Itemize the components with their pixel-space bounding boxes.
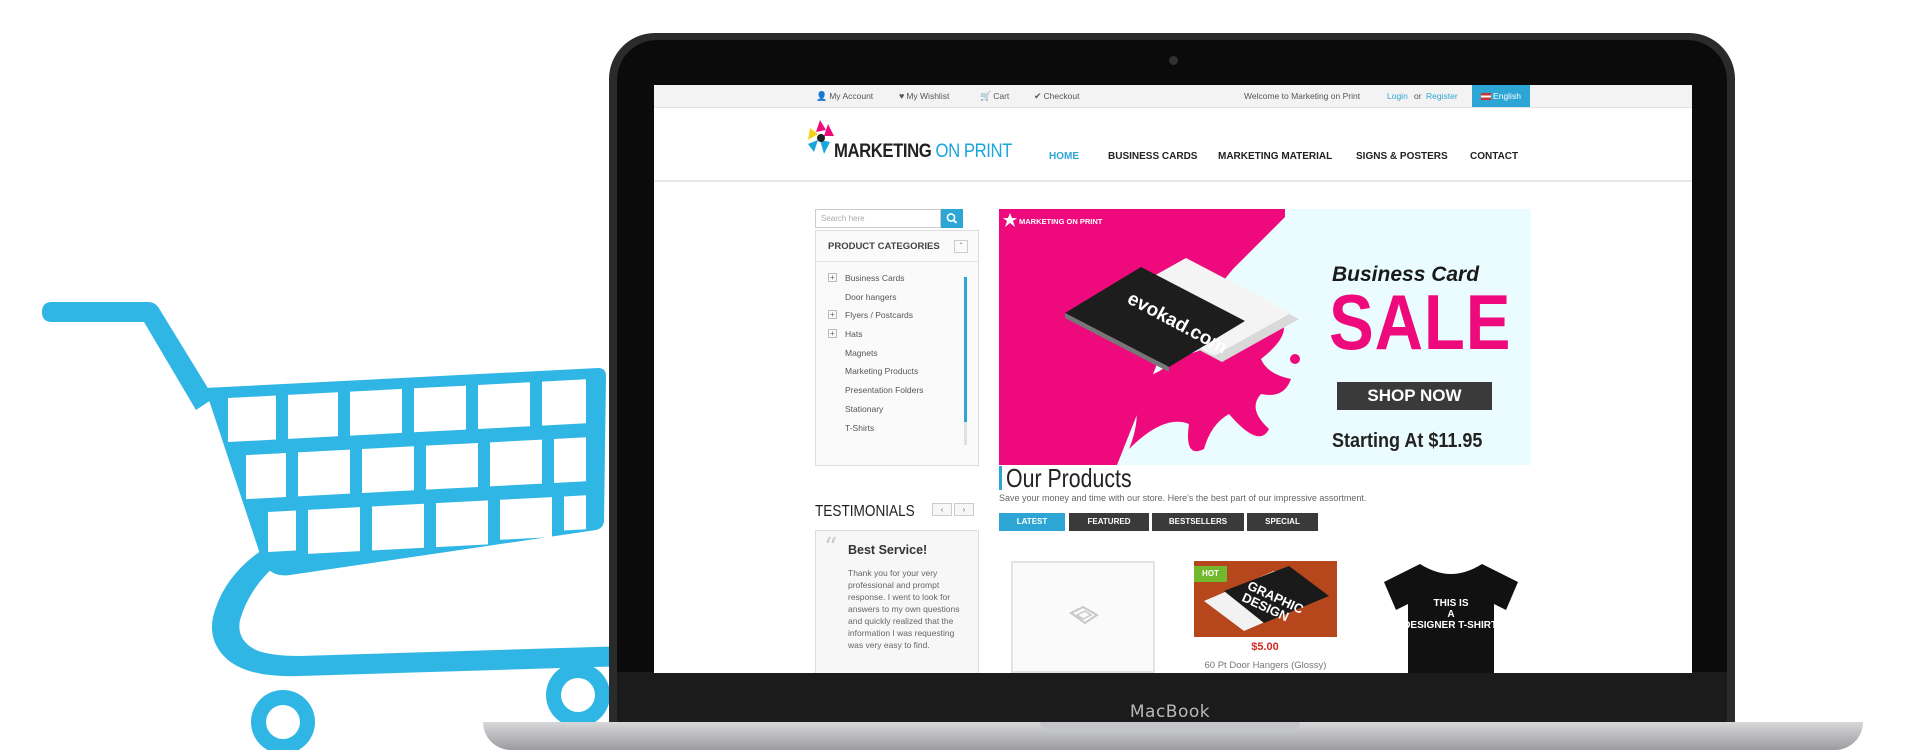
cart-icon: 🛒 <box>980 91 992 101</box>
tshirt-product-image[interactable]: THIS IS A DESIGNER T-SHIRT. <box>1376 556 1526 673</box>
tab-featured[interactable]: FEATURED <box>1069 513 1149 531</box>
product-image-placeholder[interactable] <box>1011 561 1155 673</box>
image-placeholder-icon <box>1069 605 1099 625</box>
category-scrollbar-thumb[interactable] <box>964 277 967 422</box>
category-label: T-Shirts <box>845 422 875 433</box>
categories-header: PRODUCT CATEGORIES ˆ <box>816 231 978 262</box>
testimonial-next-button[interactable]: › <box>954 503 974 516</box>
category-label: Door hangers <box>845 291 897 302</box>
product-categories-panel: PRODUCT CATEGORIES ˆ + Business Cards Door… <box>815 230 979 466</box>
nav-signs-posters[interactable]: SIGNS & POSTERS <box>1356 151 1448 162</box>
top-bar: 👤 My Account ♥ My Wishlist 🛒 Cart ✔ Checkout… <box>654 85 1692 108</box>
nav-home[interactable]: HOME <box>1049 151 1079 162</box>
categories-title: PRODUCT CATEGORIES <box>828 241 940 252</box>
our-products-subtitle: Save your money and time with our store.… <box>999 493 1367 503</box>
promo-banner[interactable]: evokad.com MARKETING ON PRINT Business C… <box>999 209 1531 465</box>
quote-icon: “ <box>824 533 838 563</box>
search-icon <box>946 213 958 224</box>
laptop-notch <box>1040 722 1300 732</box>
hot-badge: HOT <box>1194 566 1227 582</box>
search-input[interactable]: Search here <box>815 209 941 228</box>
nav-contact[interactable]: CONTACT <box>1470 151 1518 162</box>
expand-plus-icon[interactable]: + <box>828 273 837 282</box>
shopping-cart-illustration <box>42 302 628 750</box>
header-divider <box>654 180 1692 182</box>
category-label: Hats <box>845 329 863 340</box>
testimonial-text: Thank you for your very professional and… <box>848 568 960 650</box>
our-products-title: Our Products <box>1006 463 1132 493</box>
cart-link[interactable]: 🛒 Cart <box>980 91 1009 102</box>
logo-text[interactable]: MARKETING ON PRINT <box>834 141 1012 163</box>
register-link[interactable]: Register <box>1426 91 1458 101</box>
tab-latest[interactable]: LATEST <box>999 513 1065 531</box>
product-name[interactable]: 60 Pt Door Hangers (Glossy) <box>1194 660 1337 671</box>
testimonial-prev-button[interactable]: ‹ <box>932 503 952 516</box>
tab-bestsellers[interactable]: BESTSELLERS <box>1152 513 1244 531</box>
category-label: Flyers / Postcards <box>845 310 914 321</box>
category-label: Marketing Products <box>845 366 919 377</box>
nav-business-cards[interactable]: BUSINESS CARDS <box>1108 151 1197 162</box>
testimonial-heading: Best Service! <box>848 543 928 557</box>
banner-logo-icon <box>1003 213 1017 227</box>
testimonial-card: “ Best Service! Thank you for your very … <box>815 530 979 673</box>
or-text: or <box>1414 91 1422 101</box>
category-label: Magnets <box>845 347 878 358</box>
expand-plus-icon[interactable]: + <box>828 310 837 320</box>
shop-now-button[interactable]: SHOP NOW <box>1337 382 1492 410</box>
search-button[interactable] <box>941 209 963 228</box>
heart-icon: ♥ <box>899 91 905 101</box>
us-flag-icon <box>1481 93 1492 101</box>
logo-icon <box>808 120 834 154</box>
expand-plus-icon[interactable]: + <box>828 329 837 339</box>
banner-starting-price: Starting At $11.95 <box>1332 430 1483 452</box>
website-screen: 👤 My Account ♥ My Wishlist 🛒 Cart ✔ Checkout… <box>654 85 1692 673</box>
product-price: $5.00 <box>1251 641 1279 653</box>
testimonials-title: TESTIMONIALS <box>815 503 915 520</box>
category-label: Stationary <box>845 403 884 414</box>
webcam <box>1169 56 1178 65</box>
banner-sale-text: SALE <box>1329 278 1512 366</box>
collapse-icon[interactable]: ˆ <box>954 240 968 253</box>
login-link[interactable]: Login <box>1387 91 1408 101</box>
banner-brand: MARKETING ON PRINT <box>1019 217 1103 226</box>
my-wishlist-link[interactable]: ♥ My Wishlist <box>899 91 949 101</box>
nav-marketing-material[interactable]: MARKETING MATERIAL <box>1218 151 1332 162</box>
checkout-link[interactable]: ✔ Checkout <box>1034 91 1079 102</box>
my-account-link[interactable]: 👤 My Account <box>816 91 873 102</box>
welcome-text: Welcome to Marketing on Print <box>1244 91 1361 101</box>
user-icon: 👤 <box>816 91 828 101</box>
category-label: Business Cards <box>845 273 905 283</box>
category-label: Presentation Folders <box>845 385 924 396</box>
check-icon: ✔ <box>1034 91 1042 101</box>
tab-special[interactable]: SPECIAL <box>1247 513 1318 531</box>
language-selector[interactable]: English <box>1472 85 1530 107</box>
section-accent-bar <box>999 466 1002 490</box>
device-label: MacBook <box>1129 702 1211 722</box>
